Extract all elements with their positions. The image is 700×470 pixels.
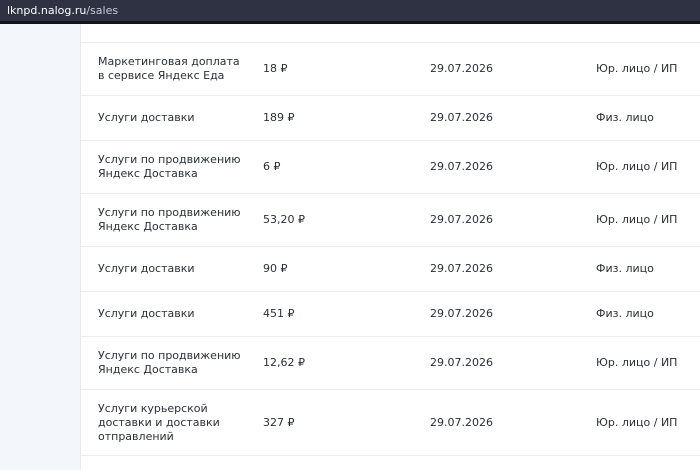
table-row[interactable]: Услуги доставки 90 ₽ 29.07.2026 Физ. лиц… bbox=[81, 247, 700, 292]
sale-date: 29.07.2026 bbox=[430, 111, 493, 124]
sale-name: Услуги по продвижению Яндекс Доставка bbox=[98, 349, 241, 376]
payer-type: Юр. лицо / ИП bbox=[596, 62, 678, 75]
sales-table: Маркетинговая доплата в сервисе Яндекс Е… bbox=[81, 24, 700, 470]
sale-amount: 327 ₽ bbox=[263, 415, 295, 429]
payer-type: Юр. лицо / ИП bbox=[596, 160, 678, 173]
table-row[interactable]: Услуги курьерской доставки и доставки от… bbox=[81, 390, 700, 456]
sale-name: Услуги доставки bbox=[98, 307, 195, 320]
table-row[interactable]: Маркетинговая доплата в сервисе Яндекс Е… bbox=[81, 43, 700, 96]
browser-address-bar[interactable]: lknpd.nalog.ru/sales bbox=[0, 0, 700, 24]
sale-date: 29.07.2026 bbox=[430, 307, 493, 320]
sale-name: Услуги доставки bbox=[98, 111, 195, 124]
payer-type: Физ. лицо bbox=[596, 307, 654, 320]
payer-type: Физ. лицо bbox=[596, 262, 654, 275]
sale-date: 29.07.2026 bbox=[430, 213, 493, 226]
sale-amount: 6 ₽ bbox=[263, 160, 281, 173]
sale-date: 29.07.2026 bbox=[430, 160, 493, 173]
sale-amount: 18 ₽ bbox=[263, 62, 288, 75]
sale-name: Маркетинговая доплата в сервисе Яндекс Е… bbox=[98, 55, 240, 82]
table-row[interactable]: Услуги доставки 189 ₽ 29.07.2026 Физ. ли… bbox=[81, 96, 700, 141]
table-row[interactable]: Услуги доставки 451 ₽ 29.07.2026 Физ. ли… bbox=[81, 292, 700, 337]
sale-name: Услуги по продвижению Яндекс Доставка bbox=[98, 206, 241, 233]
sale-amount: 90 ₽ bbox=[263, 262, 288, 275]
sale-date: 29.07.2026 bbox=[430, 356, 493, 369]
table-row[interactable]: Услуги по продвижению Яндекс Доставка 6 … bbox=[81, 141, 700, 194]
sidebar bbox=[0, 24, 81, 470]
sale-date: 29.07.2026 bbox=[430, 415, 493, 429]
table-row[interactable]: Услуги по продвижению Яндекс Доставка 12… bbox=[81, 337, 700, 390]
payer-type: Юр. лицо / ИП bbox=[596, 415, 678, 429]
payer-type: Юр. лицо / ИП bbox=[596, 356, 678, 369]
payer-type: Юр. лицо / ИП bbox=[596, 213, 678, 226]
url-path: /sales bbox=[86, 4, 119, 17]
sale-date: 29.07.2026 bbox=[430, 262, 493, 275]
sale-amount: 451 ₽ bbox=[263, 307, 295, 320]
payer-type: Физ. лицо bbox=[596, 111, 654, 124]
sale-amount: 189 ₽ bbox=[263, 111, 295, 124]
sale-name: Услуги курьерской доставки и доставки от… bbox=[98, 401, 220, 443]
url-text[interactable]: lknpd.nalog.ru/sales bbox=[7, 4, 118, 18]
sale-name: Услуги доставки bbox=[98, 262, 195, 275]
sale-amount: 12,62 ₽ bbox=[263, 356, 305, 369]
sale-name: Услуги по продвижению Яндекс Доставка bbox=[98, 153, 241, 180]
table-row[interactable]: Услуги по продвижению Яндекс Доставка 53… bbox=[81, 194, 700, 247]
sale-amount: 53,20 ₽ bbox=[263, 213, 305, 226]
url-host: lknpd.nalog.ru bbox=[7, 4, 87, 17]
sale-date: 29.07.2026 bbox=[430, 62, 493, 75]
